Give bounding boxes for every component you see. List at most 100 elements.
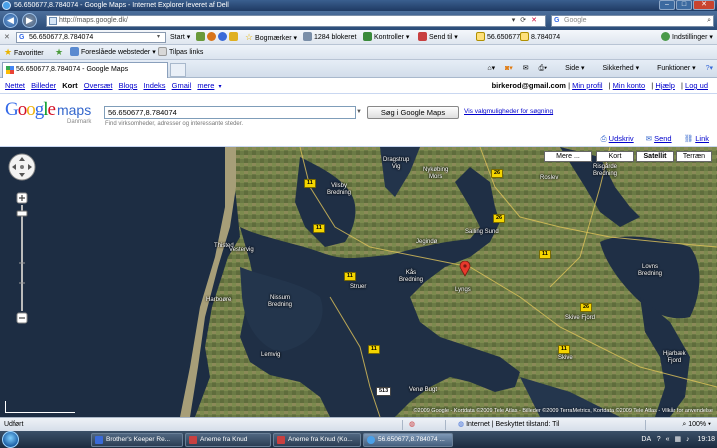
taskbar-brothers-keeper[interactable]: Brother's Keeper Re... bbox=[91, 433, 183, 447]
tray-arrow-icon[interactable]: « bbox=[666, 436, 670, 443]
star-bookmark-icon[interactable] bbox=[229, 32, 238, 41]
check-button[interactable]: Kontroller ▾ bbox=[363, 30, 409, 45]
link-directory[interactable]: Indeks bbox=[143, 81, 165, 90]
page-icon bbox=[49, 17, 57, 25]
google-maps-logo[interactable]: Google maps Danmark bbox=[5, 100, 103, 126]
link-account[interactable]: Min konto bbox=[613, 81, 646, 90]
minimize-button[interactable]: – bbox=[659, 0, 675, 10]
map-copyright: ©2009 Google - Kortdata ©2009 Tele Atlas… bbox=[413, 408, 713, 414]
tools-menu[interactable]: Funktioner ▾ bbox=[649, 65, 696, 72]
map-type-satellite-button[interactable]: Satellit bbox=[636, 151, 674, 162]
print-icon[interactable]: ⎙▾ bbox=[539, 65, 548, 72]
new-tab-button[interactable] bbox=[170, 63, 186, 77]
zoom-slider-handle[interactable] bbox=[16, 210, 28, 217]
forward-button[interactable]: ▶ bbox=[22, 13, 37, 28]
location-marker-icon[interactable] bbox=[459, 261, 471, 277]
volume-icon[interactable]: ♪ bbox=[686, 436, 690, 443]
zoom-control[interactable]: ⌕ 100% ▾ bbox=[682, 418, 711, 431]
favorites-button[interactable]: ★ Favoritter bbox=[4, 45, 44, 61]
satellite-imagery bbox=[0, 147, 717, 417]
google-search-provider-icon: G bbox=[554, 17, 560, 24]
highlight-chip-1[interactable]: 56.650677 bbox=[476, 30, 520, 45]
suggested-sites-link[interactable]: Foreslåede websteder ▾ bbox=[70, 45, 156, 60]
map-label-harboore: Harboøre bbox=[206, 297, 232, 303]
link-more[interactable]: mere bbox=[197, 81, 214, 90]
map-label-roslev: Roslev bbox=[540, 175, 559, 181]
address-row: ◀ ▶ http://maps.google.dk/ ▾⟳✕ G Google … bbox=[0, 11, 717, 30]
tab-row: 56.650677,8.784074 - Google Maps ⌂▾ ◙▾ ✉… bbox=[0, 60, 717, 78]
search-options-link[interactable]: Vis valgmuligheder for søgning bbox=[464, 108, 553, 115]
home-icon[interactable]: ⌂▾ bbox=[487, 65, 495, 72]
blocked-label: 1284 blokeret bbox=[314, 34, 357, 41]
mail-icon[interactable]: ✉ bbox=[523, 65, 529, 72]
dropdown-icon[interactable]: ▾ bbox=[512, 17, 521, 24]
taskbar-anerne-1[interactable]: Anerne fra Knud bbox=[185, 433, 271, 447]
link-images[interactable]: Billeder bbox=[31, 81, 56, 90]
maps-search-input[interactable]: 56.650677,8.784074 bbox=[104, 106, 356, 119]
search-maps-button[interactable]: Søg i Google Maps bbox=[367, 106, 459, 119]
link-translate[interactable]: Oversæt bbox=[84, 81, 113, 90]
help-icon[interactable]: ? bbox=[657, 436, 661, 443]
search-icon[interactable]: ⌕ bbox=[707, 16, 711, 26]
taskbar-label: Anerne fra Knud (Ko... bbox=[288, 436, 353, 443]
feeds-icon[interactable]: ◙▾ bbox=[505, 65, 513, 72]
error-icon[interactable]: ◍ bbox=[409, 418, 415, 431]
popup-icon[interactable] bbox=[207, 32, 216, 41]
link-web[interactable]: Nettet bbox=[5, 81, 25, 90]
print-link[interactable]: Udskriv bbox=[609, 134, 634, 143]
help-icon[interactable]: ?▾ bbox=[706, 65, 713, 72]
back-button[interactable]: ◀ bbox=[3, 13, 18, 28]
taskbar-google-maps[interactable]: 56.650677,8.784074 ... bbox=[363, 433, 453, 447]
language-indicator[interactable]: DA bbox=[641, 436, 650, 443]
clock[interactable]: 19:18 bbox=[697, 436, 715, 443]
link-profile[interactable]: Min profil bbox=[572, 81, 602, 90]
satellite-map[interactable]: Mere ... Kort Satellit Terræn Thisted Ve… bbox=[0, 147, 717, 417]
stop-icon[interactable]: ✕ bbox=[531, 17, 542, 24]
close-button[interactable]: ✕ bbox=[693, 0, 715, 10]
bookmarks-button[interactable]: ☆ Bogmærker ▾ bbox=[245, 30, 297, 46]
send-to-button[interactable]: Send til ▾ bbox=[418, 30, 458, 45]
taskbar-anerne-2[interactable]: Anerne fra Knud (Ko... bbox=[273, 433, 361, 447]
google-maps-favicon bbox=[6, 66, 14, 74]
map-label-nykobing-mors: Nykøbing Mors bbox=[423, 167, 449, 180]
page-menu[interactable]: Side ▾ bbox=[557, 65, 584, 72]
customize-links-link[interactable]: Tilpas links bbox=[158, 45, 203, 60]
refresh-icon[interactable]: ⟳ bbox=[520, 17, 531, 24]
security-menu[interactable]: Sikkerhed ▾ bbox=[595, 65, 640, 72]
page-rank-icon[interactable] bbox=[196, 32, 205, 41]
chevron-down-icon[interactable]: ▾ bbox=[157, 30, 160, 45]
translate-icon[interactable] bbox=[218, 32, 227, 41]
maximize-button[interactable]: □ bbox=[676, 0, 692, 10]
more-chevron-icon[interactable]: ▾ bbox=[218, 84, 221, 90]
start-button[interactable] bbox=[2, 431, 19, 448]
toolbar-close-icon[interactable]: ✕ bbox=[4, 30, 10, 45]
map-type-terrain-button[interactable]: Terræn bbox=[676, 151, 712, 162]
map-label-lyngs: Lyngs bbox=[455, 287, 471, 293]
highlight-chip-2[interactable]: 8.784074 bbox=[520, 30, 560, 45]
start-button[interactable]: Start ▾ bbox=[170, 30, 190, 45]
google-g-icon: G bbox=[19, 34, 25, 41]
link-help[interactable]: Hjælp bbox=[655, 81, 675, 90]
internet-explorer-icon bbox=[2, 1, 11, 10]
road-shield: 26 bbox=[491, 169, 504, 178]
map-label-veno-bugt: Venø Bugt bbox=[409, 387, 438, 393]
browser-search-box[interactable]: G Google ⌕ bbox=[551, 15, 714, 27]
send-link[interactable]: Send bbox=[654, 134, 672, 143]
map-type-more-button[interactable]: Mere ... bbox=[544, 151, 592, 162]
add-favorite-icon[interactable]: ★ bbox=[55, 45, 63, 61]
settings-button[interactable]: Indstillinger ▾ bbox=[661, 30, 713, 45]
start-label: Start bbox=[170, 34, 185, 41]
network-icon[interactable]: ▦ bbox=[674, 436, 681, 443]
search-dropdown-icon[interactable]: ▼ bbox=[356, 109, 362, 115]
security-zone[interactable]: ◍ Internet | Beskyttet tilstand: Til bbox=[458, 418, 559, 431]
browser-search-placeholder: Google bbox=[564, 17, 587, 24]
link-gmail[interactable]: Gmail bbox=[172, 81, 192, 90]
google-toolbar-search[interactable]: G 56.650677,8.784074 bbox=[16, 32, 166, 43]
address-bar[interactable]: http://maps.google.dk/ ▾⟳✕ bbox=[46, 15, 546, 27]
link-blogs[interactable]: Blogs bbox=[119, 81, 138, 90]
popup-blocker-button[interactable]: 1284 blokeret bbox=[303, 30, 356, 45]
tab-google-maps[interactable]: 56.650677,8.784074 - Google Maps bbox=[2, 62, 168, 78]
link-link[interactable]: Link bbox=[695, 134, 709, 143]
link-logout[interactable]: Log ud bbox=[685, 81, 708, 90]
map-type-map-button[interactable]: Kort bbox=[596, 151, 634, 162]
